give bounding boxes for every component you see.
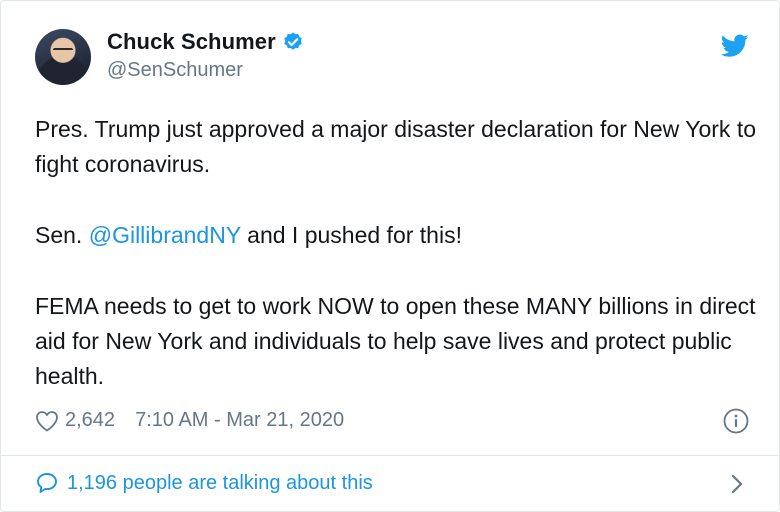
author-info: Chuck Schumer @SenSchumer: [107, 29, 304, 82]
tweet-paragraph-2-suffix: and I pushed for this!: [240, 222, 462, 248]
tweet-paragraph-1: Pres. Trump just approved a major disast…: [35, 116, 757, 177]
avatar[interactable]: [35, 29, 91, 85]
tweet-body: Pres. Trump just approved a major disast…: [35, 112, 765, 394]
verified-badge-icon: [284, 31, 302, 50]
author-display-name[interactable]: Chuck Schumer: [107, 29, 276, 55]
tweet-header: Chuck Schumer @SenSchumer: [35, 29, 304, 85]
tweet-embed-card: Chuck Schumer @SenSchumer Pres. Trump ju…: [0, 0, 780, 512]
tweet-meta: 2,642 7:10 AM - Mar 21, 2020: [35, 409, 751, 432]
tweet-paragraph-3: FEMA needs to get to work NOW to open th…: [35, 293, 756, 389]
like-count[interactable]: 2,642: [65, 409, 115, 432]
twitter-bird-icon[interactable]: [721, 34, 749, 58]
conversation-link[interactable]: 1,196 people are talking about this: [35, 471, 751, 495]
heart-icon[interactable]: [35, 410, 59, 432]
chevron-right-icon[interactable]: [729, 473, 745, 495]
tweet-paragraph-2: Sen. @GillibrandNY and I pushed for this…: [35, 218, 765, 253]
speech-bubble-icon: [37, 473, 57, 493]
info-icon[interactable]: [723, 408, 749, 434]
conversation-link-label: 1,196 people are talking about this: [67, 471, 373, 494]
tweet-paragraph-2-prefix: Sen.: [35, 222, 89, 248]
author-handle[interactable]: @SenSchumer: [107, 59, 304, 82]
divider: [1, 455, 780, 456]
mention-link[interactable]: @GillibrandNY: [89, 222, 241, 248]
tweet-timestamp[interactable]: 7:10 AM - Mar 21, 2020: [135, 409, 344, 432]
